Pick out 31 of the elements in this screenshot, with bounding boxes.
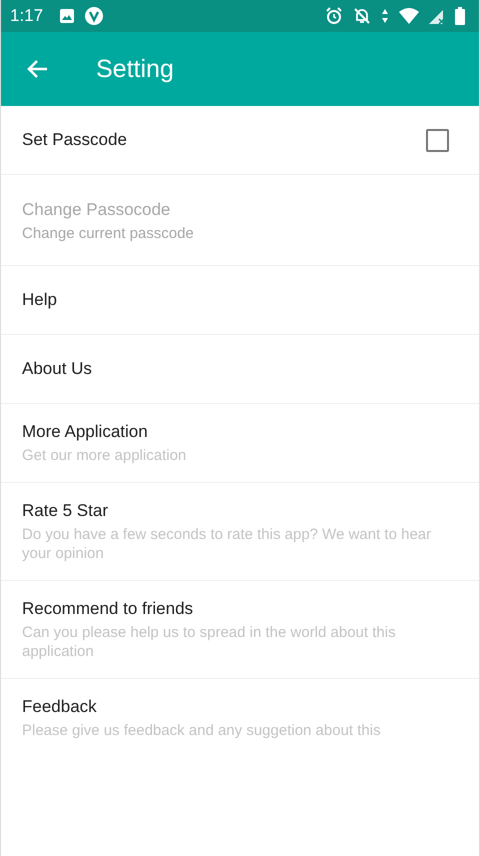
- item-title: Recommend to friends: [22, 598, 194, 620]
- settings-item[interactable]: Help: [1, 266, 479, 335]
- settings-item[interactable]: Recommend to friends Can you please help us to spread in the world about this application: [1, 581, 479, 679]
- item-description: Get our more application: [22, 446, 188, 465]
- item-description: Do you have a few seconds to rate this app? We want to hear your opinion: [22, 525, 432, 563]
- item-title: More Application: [22, 421, 149, 443]
- status-time: 1:17: [10, 6, 44, 26]
- data-arrows-icon: [381, 8, 389, 24]
- checkbox[interactable]: [426, 128, 449, 152]
- v-logo-icon: [85, 7, 104, 25]
- item-title: About Us: [22, 358, 93, 380]
- item-title: Help: [22, 289, 58, 311]
- item-description: Can you please help us to spread in the world about this application: [22, 623, 397, 661]
- item-title: Set Passcode: [22, 129, 128, 151]
- battery-icon: [455, 7, 465, 25]
- settings-item[interactable]: About Us: [1, 335, 479, 404]
- screen-title: Setting: [96, 54, 174, 84]
- settings-item[interactable]: Rate 5 Star Do you have a few seconds to rate this app? We want to hear your opinion: [1, 483, 479, 581]
- item-description: Please give us feedback and any suggetion about this: [22, 721, 382, 740]
- bell-off-icon: [353, 7, 371, 25]
- item-title: Change Passocode: [22, 199, 172, 221]
- signal-icon: [429, 8, 445, 24]
- settings-item[interactable]: More Application Get our more application: [1, 404, 479, 483]
- alarm-icon: [325, 7, 343, 25]
- image-icon: [59, 8, 76, 24]
- settings-item[interactable]: Feedback Please give us feedback and any suggetion about this: [1, 679, 479, 744]
- item-title: Rate 5 Star: [22, 500, 109, 522]
- settings-item[interactable]: Set Passcode: [1, 106, 479, 175]
- item-description: Change current passcode: [22, 224, 195, 243]
- item-title: Feedback: [22, 696, 98, 718]
- wifi-icon: [399, 8, 419, 24]
